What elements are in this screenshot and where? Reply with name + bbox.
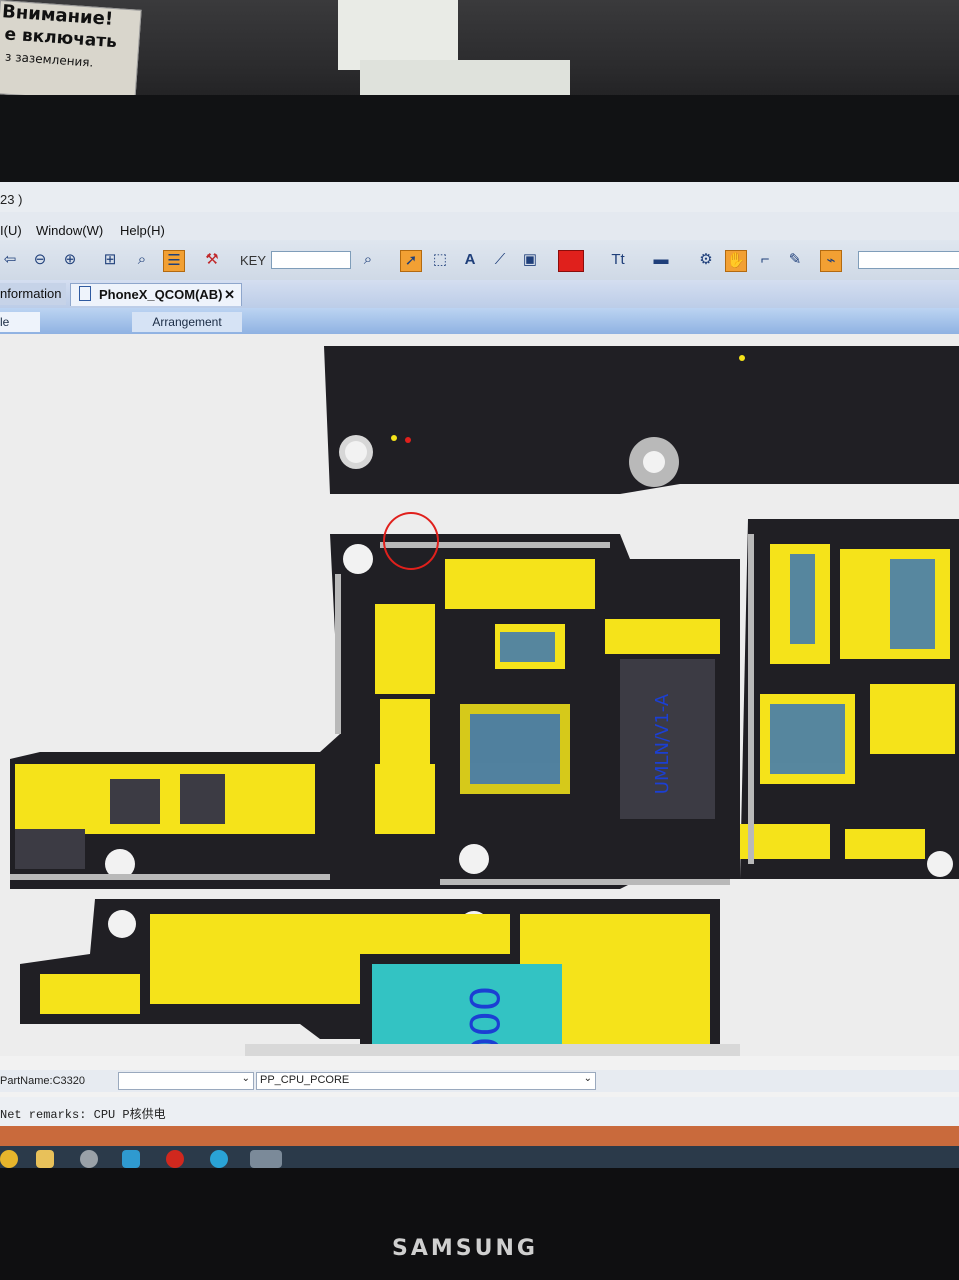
tab-phonex[interactable]: PhoneX_QCOM(AB) ✕ (70, 283, 242, 306)
chevron-down-icon: ⌄ (241, 1073, 250, 1084)
monitor-bezel-bottom (0, 1168, 959, 1280)
document-icon (79, 286, 91, 301)
sub-tab-bar: le Arrangement (0, 308, 959, 334)
component-icon[interactable]: ⚙ (696, 250, 716, 270)
font-icon[interactable]: Tt (608, 250, 628, 270)
window-title: 23 ) (0, 192, 23, 207)
chevron-down-icon: ⌄ (583, 1073, 592, 1084)
text-icon[interactable]: A (460, 250, 480, 270)
key-input[interactable] (271, 251, 351, 269)
tab-phonex-label: PhoneX_QCOM(AB) (99, 287, 223, 302)
back-icon[interactable]: ⇦ (0, 250, 20, 270)
status-strip (0, 1126, 959, 1146)
net-select[interactable]: PP_CPU_PCORE ⌄ (256, 1072, 596, 1090)
shape-icon[interactable]: ▣ (520, 250, 540, 270)
toolbar-search-input[interactable] (858, 251, 959, 269)
menu-bar: I(U) Window(W) Help(H) (0, 212, 959, 240)
mounting-hole (108, 910, 136, 938)
subtab-arrangement[interactable]: Arrangement (132, 312, 242, 332)
app-icon[interactable] (122, 1150, 140, 1168)
mounting-hole (459, 844, 489, 874)
zoom-out-icon[interactable]: ⊖ (30, 250, 50, 270)
status-row: PartName:C3320 ⌄ PP_CPU_PCORE ⌄ (0, 1070, 959, 1092)
color-icon[interactable] (558, 250, 584, 272)
key-label: KEY (240, 253, 267, 268)
net-select-value: PP_CPU_PCORE (260, 1074, 350, 1086)
search-icon[interactable]: ⌕ (358, 250, 378, 270)
pcb-drawing[interactable]: 000 UMLN/V1-A (0, 334, 959, 1056)
layer-icon[interactable]: ▬ (648, 250, 674, 270)
toolbar: ⇦ ⊖ ⊕ ⊞ ⌕ ☰ ⚒ KEY ⌕ ➚ ⬚ A ⟋ ▣ Tt ▬ ⚙ ✋ ⌐… (0, 240, 959, 281)
select-box-icon[interactable]: ⬚ (430, 250, 450, 270)
part-name-label: PartName:C3320 (0, 1075, 85, 1087)
zoom-area-icon[interactable]: ⌕ (132, 250, 152, 270)
monitor-screen: 23 ) I(U) Window(W) Help(H) ⇦ ⊖ ⊕ ⊞ ⌕ ☰ … (0, 182, 959, 1172)
measure-icon[interactable]: ⌐ (755, 250, 775, 270)
net-icon[interactable]: ⚒ (202, 250, 222, 270)
part-select[interactable]: ⌄ (118, 1072, 254, 1090)
menu-item-help[interactable]: Help(H) (120, 223, 165, 238)
opera-icon[interactable] (166, 1150, 184, 1168)
fit-icon[interactable]: ⊞ (100, 250, 120, 270)
window-titlebar: 23 ) (0, 182, 959, 212)
highlight-icon[interactable]: ✋ (725, 250, 747, 272)
highlight-circle (383, 512, 439, 570)
probe-icon[interactable]: ⌁ (820, 250, 842, 272)
chip-label-main: UMLN/V1-A (652, 693, 673, 794)
warning-sticker: Внимание! е включать з заземления. (0, 0, 142, 104)
zoom-in-icon[interactable]: ⊕ (60, 250, 80, 270)
document-tab-bar: nformation PhoneX_QCOM(AB) ✕ (0, 280, 959, 308)
net-remarks-bar: Net remarks: CPU P核供电 (0, 1097, 959, 1127)
monitor-brand-logo: SAMSUNG (392, 1236, 538, 1261)
mounting-hole (343, 544, 373, 574)
folder-icon[interactable] (36, 1150, 54, 1168)
menu-item-u[interactable]: I(U) (0, 223, 22, 238)
tab-information[interactable]: nformation (0, 283, 66, 305)
close-icon[interactable]: ✕ (224, 284, 235, 306)
menu-item-window[interactable]: Window(W) (36, 223, 103, 238)
line-icon[interactable]: ⟋ (490, 250, 510, 270)
list-icon[interactable]: ☰ (163, 250, 185, 272)
tab-information-label: nformation (0, 286, 62, 301)
music-icon[interactable] (80, 1150, 98, 1168)
subtab-mode[interactable]: le (0, 312, 40, 332)
telegram-icon[interactable] (210, 1150, 228, 1168)
boardview-app-icon[interactable] (250, 1150, 282, 1168)
chrome-icon[interactable] (0, 1150, 18, 1168)
monitor-bezel-top (0, 95, 959, 185)
mounting-hole (927, 851, 953, 877)
pin-icon[interactable]: ✎ (785, 250, 805, 270)
board-canvas[interactable]: 000 UMLN/V1-A (0, 334, 959, 1056)
pointer-icon[interactable]: ➚ (400, 250, 422, 272)
net-remarks-text: Net remarks: CPU P核供电 (0, 1108, 166, 1122)
